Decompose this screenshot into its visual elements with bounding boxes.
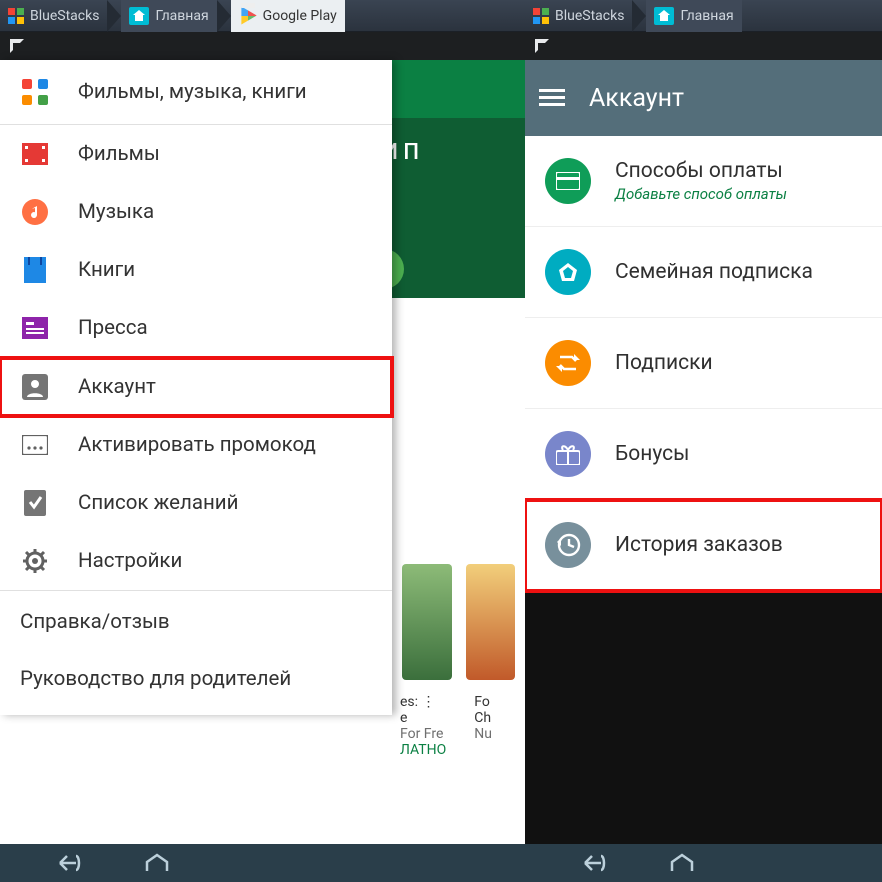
card1-title2: e xyxy=(400,710,446,726)
toolbar-left xyxy=(0,32,525,60)
google-play-icon xyxy=(239,7,257,25)
tab-bluestacks-r[interactable]: BlueStacks xyxy=(525,0,632,32)
drawer-press[interactable]: Пресса xyxy=(0,299,392,357)
drawer-books[interactable]: Книги xyxy=(0,241,392,299)
card2-title2: Ch xyxy=(474,710,492,726)
drawer-help[interactable]: Справка/отзыв xyxy=(0,591,392,653)
tab-home[interactable]: Главная xyxy=(121,0,216,32)
tab-bluestacks-label: BlueStacks xyxy=(30,8,99,24)
left-screenshot: BlueStacks Главная Google Play ИГРЫ И П … xyxy=(0,0,525,882)
android-navbar-right xyxy=(525,844,882,882)
bluestacks-logo-icon xyxy=(8,8,24,24)
books-icon xyxy=(20,255,50,285)
tab-home-label: Главная xyxy=(155,8,208,24)
history-icon xyxy=(545,522,591,568)
drawer-help-label: Справка/отзыв xyxy=(20,610,170,634)
account-icon xyxy=(20,372,50,402)
title-bar-left: BlueStacks Главная Google Play xyxy=(0,0,525,32)
tab-home-label-r: Главная xyxy=(680,8,733,24)
drawer-redeem[interactable]: Активировать промокод xyxy=(0,416,392,474)
card2-title: Fo xyxy=(474,694,492,710)
drawer-movies-label: Фильмы xyxy=(78,142,160,166)
drawer-parents[interactable]: Руководство для родителей xyxy=(0,653,392,715)
drawer-entertainment-label: Фильмы, музыка, книги xyxy=(78,80,307,104)
account-item-rewards[interactable]: Бонусы xyxy=(525,409,882,500)
account-appbar: Аккаунт xyxy=(525,60,882,136)
back-icon[interactable] xyxy=(54,852,84,874)
hamburger-icon[interactable] xyxy=(539,89,565,107)
app-captions: es: ⋮ e For Fre ЛАТНО Fo Ch Nu xyxy=(400,694,515,758)
tab-play-label: Google Play xyxy=(263,8,337,24)
back-icon[interactable] xyxy=(579,852,609,874)
right-screenshot: BlueStacks Главная Аккаунт Способы оплат… xyxy=(525,0,882,882)
card2-subtitle: Nu xyxy=(474,726,492,742)
tab-bluestacks-label-r: BlueStacks xyxy=(555,8,624,24)
app-thumbnail-1[interactable] xyxy=(402,564,452,680)
drawer-wishlist[interactable]: Список желаний xyxy=(0,474,392,532)
home-nav-icon[interactable] xyxy=(144,853,170,873)
play-store-drawer: Фильмы, музыка, книги Фильмы Музыка Книг… xyxy=(0,60,392,715)
tab-google-play[interactable]: Google Play xyxy=(231,0,345,32)
title-bar-right: BlueStacks Главная xyxy=(525,0,882,32)
family-icon xyxy=(545,249,591,295)
account-item-family[interactable]: Семейная подписка xyxy=(525,227,882,318)
redeem-icon xyxy=(20,430,50,460)
card1-subtitle: For Fre xyxy=(400,726,446,742)
drawer-music[interactable]: Музыка xyxy=(0,183,392,241)
drawer-parents-label: Руководство для родителей xyxy=(20,667,291,691)
wishlist-icon xyxy=(20,488,50,518)
home-icon xyxy=(129,7,149,25)
tab-bluestacks[interactable]: BlueStacks xyxy=(0,0,107,32)
drawer-redeem-label: Активировать промокод xyxy=(78,433,316,457)
drawer-music-label: Музыка xyxy=(78,200,154,224)
payment-label: Способы оплаты xyxy=(615,159,787,183)
entertainment-icon xyxy=(22,79,48,105)
drawer-settings-label: Настройки xyxy=(78,549,182,573)
subscriptions-icon xyxy=(545,340,591,386)
gear-icon xyxy=(20,546,50,576)
press-icon xyxy=(20,313,50,343)
account-item-payment[interactable]: Способы оплаты Добавьте способ оплаты xyxy=(525,136,882,227)
home-icon xyxy=(654,7,674,25)
app-thumbnail-2[interactable] xyxy=(466,564,516,680)
movies-icon xyxy=(20,139,50,169)
card1-title: es: xyxy=(400,694,418,710)
payment-subtitle: Добавьте способ оплаты xyxy=(615,185,787,203)
drawer-movies[interactable]: Фильмы xyxy=(0,125,392,183)
music-icon xyxy=(20,197,50,227)
drawer-books-label: Книги xyxy=(78,258,135,282)
tab-home-r[interactable]: Главная xyxy=(646,0,741,32)
gift-icon xyxy=(545,431,591,477)
toolbar-right xyxy=(525,32,882,60)
account-list: Способы оплаты Добавьте способ оплаты Се… xyxy=(525,136,882,591)
drawer-press-label: Пресса xyxy=(78,316,148,340)
subs-label: Подписки xyxy=(615,351,713,375)
family-label: Семейная подписка xyxy=(615,260,813,284)
drawer-account[interactable]: Аккаунт xyxy=(0,358,392,416)
bluestacks-logo-icon xyxy=(533,8,549,24)
android-navbar-left xyxy=(0,844,525,882)
bluestacks-mark-icon[interactable] xyxy=(533,37,551,55)
bluestacks-mark-icon[interactable] xyxy=(8,37,26,55)
drawer-settings[interactable]: Настройки xyxy=(0,532,392,590)
account-item-subs[interactable]: Подписки xyxy=(525,318,882,409)
drawer-entertainment[interactable]: Фильмы, музыка, книги xyxy=(0,60,392,124)
card-icon xyxy=(545,158,591,204)
home-nav-icon[interactable] xyxy=(669,853,695,873)
account-item-orders[interactable]: История заказов xyxy=(525,500,882,591)
account-title: Аккаунт xyxy=(589,84,684,113)
orders-label: История заказов xyxy=(615,533,783,557)
card1-price: ЛАТНО xyxy=(400,742,446,758)
drawer-account-label: Аккаунт xyxy=(78,375,156,399)
rewards-label: Бонусы xyxy=(615,442,689,466)
drawer-wishlist-label: Список желаний xyxy=(78,491,238,515)
